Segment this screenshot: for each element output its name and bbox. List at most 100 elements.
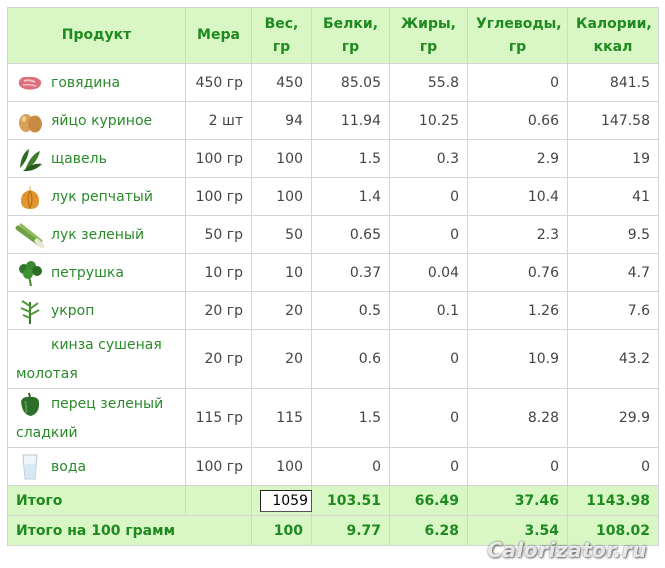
table-row: перец зеленый сладкий 115 гр 115 1.5 0 8.28 29… [7, 388, 659, 448]
col-fat: Жиры, гр [389, 7, 468, 64]
per100-protein: 9.77 [311, 515, 390, 546]
table-row: петрушка 10 гр 10 0.37 0.04 0.76 4.7 [7, 253, 659, 292]
fat-cell: 10.25 [389, 101, 468, 140]
total-fat: 66.49 [389, 485, 468, 516]
calories-cell: 19 [567, 139, 659, 178]
measure-cell: 2 шт [185, 101, 252, 140]
green-pepper-icon [15, 389, 45, 419]
carbs-cell: 10.9 [467, 329, 568, 389]
protein-cell: 1.5 [311, 139, 390, 178]
table-row: щавель 100 гр 100 1.5 0.3 2.9 19 [7, 139, 659, 178]
measure-cell: 20 гр [185, 291, 252, 330]
total-label: Итого [7, 485, 186, 516]
calories-cell: 4.7 [567, 253, 659, 292]
measure-cell: 10 гр [185, 253, 252, 292]
calories-cell: 43.2 [567, 329, 659, 389]
calories-cell: 29.9 [567, 388, 659, 448]
calories-cell: 7.6 [567, 291, 659, 330]
protein-cell: 0.6 [311, 329, 390, 389]
measure-cell: 100 гр [185, 139, 252, 178]
product-name[interactable]: вода [51, 459, 86, 475]
measure-cell: 100 гр [185, 447, 252, 486]
product-name-cell: укроп [7, 291, 186, 330]
protein-cell: 0.5 [311, 291, 390, 330]
protein-cell: 0.37 [311, 253, 390, 292]
product-name[interactable]: лук зеленый [51, 227, 144, 243]
fat-cell: 0.04 [389, 253, 468, 292]
protein-cell: 0.65 [311, 215, 390, 254]
col-carbs: Углеводы, гр [467, 7, 568, 64]
protein-cell: 0 [311, 447, 390, 486]
product-name-cell: щавель [7, 139, 186, 178]
product-name[interactable]: петрушка [51, 265, 124, 281]
calories-cell: 9.5 [567, 215, 659, 254]
weight-cell: 115 [251, 388, 312, 448]
parsley-icon [15, 258, 45, 288]
product-name[interactable]: яйцо куриное [51, 113, 152, 129]
col-weight: Вес, гр [251, 7, 312, 64]
fat-cell: 55.8 [389, 63, 468, 102]
total-row: Итого 1059 103.51 66.49 37.46 1143.98 [7, 485, 659, 516]
fat-cell: 0.3 [389, 139, 468, 178]
product-name-cell: петрушка [7, 253, 186, 292]
table-row: вода 100 гр 100 0 0 0 0 [7, 447, 659, 486]
weight-cell: 20 [251, 329, 312, 389]
table-row: лук репчатый 100 гр 100 1.4 0 10.4 41 [7, 177, 659, 216]
calories-cell: 147.58 [567, 101, 659, 140]
weight-cell: 20 [251, 291, 312, 330]
fat-cell: 0 [389, 329, 468, 389]
total-calories: 1143.98 [567, 485, 659, 516]
sorrel-icon [15, 144, 45, 174]
dill-icon [15, 296, 45, 326]
weight-cell: 10 [251, 253, 312, 292]
col-calories: Калории, ккал [567, 7, 659, 64]
carbs-cell: 0.66 [467, 101, 568, 140]
product-name[interactable]: говядина [51, 75, 120, 91]
carbs-cell: 8.28 [467, 388, 568, 448]
calories-cell: 0 [567, 447, 659, 486]
protein-cell: 1.4 [311, 177, 390, 216]
fat-cell: 0 [389, 177, 468, 216]
total-measure [185, 485, 252, 516]
product-name-cell: лук зеленый [7, 215, 186, 254]
fat-cell: 0 [389, 388, 468, 448]
product-name[interactable]: лук репчатый [51, 189, 153, 205]
protein-cell: 85.05 [311, 63, 390, 102]
col-product: Продукт [7, 7, 186, 64]
nutrition-table: Продукт Мера Вес, гр Белки, гр Жиры, гр … [7, 7, 659, 546]
table-row: говядина 450 гр 450 85.05 55.8 0 841.5 [7, 63, 659, 102]
total-weight-cell: 1059 [251, 485, 312, 516]
watermark: Calorizator.ru [487, 538, 647, 562]
fat-cell: 0 [389, 215, 468, 254]
measure-cell: 50 гр [185, 215, 252, 254]
table-row: кинза сушеная молотая 20 гр 20 0.6 0 10.9 43.2 [7, 329, 659, 389]
col-protein: Белки, гр [311, 7, 390, 64]
total-weight-input[interactable]: 1059 [260, 489, 312, 512]
protein-cell: 11.94 [311, 101, 390, 140]
water-glass-icon [15, 452, 45, 482]
calories-cell: 41 [567, 177, 659, 216]
carbs-cell: 1.26 [467, 291, 568, 330]
product-name-cell: кинза сушеная молотая [7, 329, 186, 389]
no-icon-placeholder [15, 330, 45, 360]
beef-icon [15, 68, 45, 98]
product-name[interactable]: щавель [51, 151, 107, 167]
green-onion-icon [15, 220, 45, 250]
weight-cell: 100 [251, 447, 312, 486]
col-measure: Мера [185, 7, 252, 64]
per100-weight: 100 [251, 515, 312, 546]
fat-cell: 0.1 [389, 291, 468, 330]
carbs-cell: 2.3 [467, 215, 568, 254]
table-row: укроп 20 гр 20 0.5 0.1 1.26 7.6 [7, 291, 659, 330]
eggs-icon [15, 106, 45, 136]
measure-cell: 20 гр [185, 329, 252, 389]
total-protein: 103.51 [311, 485, 390, 516]
per100-fat: 6.28 [389, 515, 468, 546]
header-row: Продукт Мера Вес, гр Белки, гр Жиры, гр … [7, 7, 659, 64]
measure-cell: 115 гр [185, 388, 252, 448]
product-name-cell: говядина [7, 63, 186, 102]
protein-cell: 1.5 [311, 388, 390, 448]
product-name[interactable]: укроп [51, 303, 94, 319]
carbs-cell: 2.9 [467, 139, 568, 178]
carbs-cell: 0 [467, 447, 568, 486]
